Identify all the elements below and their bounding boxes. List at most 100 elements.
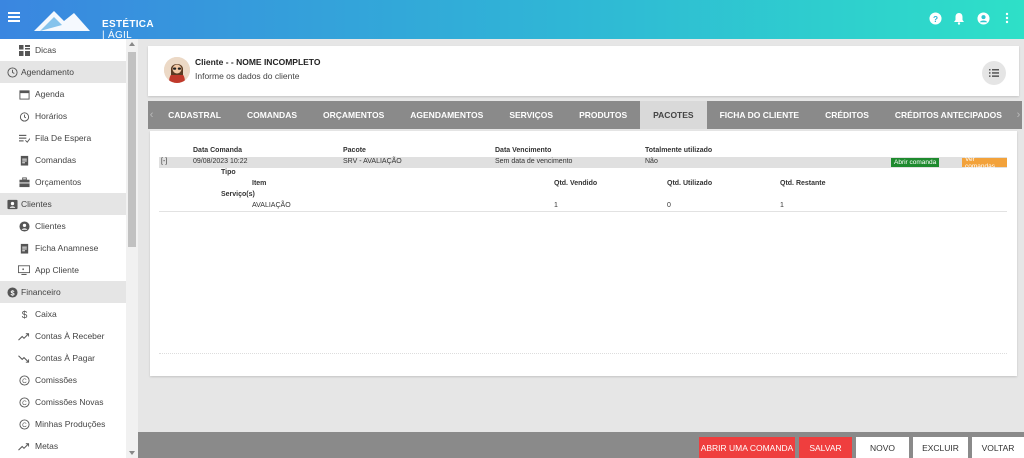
sidebar-item-label: Clientes bbox=[35, 221, 66, 231]
contact-icon bbox=[6, 198, 18, 210]
app-icon bbox=[18, 264, 30, 276]
dollar-circle-icon: $ bbox=[6, 286, 18, 298]
save-button[interactable]: SALVAR bbox=[799, 437, 852, 458]
tab-comandas[interactable]: COMANDAS bbox=[234, 101, 310, 129]
sidebar-item-caixa[interactable]: $ Caixa bbox=[0, 303, 137, 325]
tab-agendamentos[interactable]: AGENDAMENTOS bbox=[397, 101, 496, 129]
sidebar-item-label: Horários bbox=[35, 111, 68, 121]
detail-type-label: Tipo bbox=[221, 169, 236, 176]
sidebar-item-label: Comissões Novas bbox=[35, 397, 104, 407]
header-date: Data Comanda bbox=[193, 147, 243, 154]
sidebar-item-label: Agenda bbox=[35, 89, 65, 99]
list-icon bbox=[989, 69, 999, 77]
tab-pacotes[interactable]: PACOTES bbox=[640, 101, 707, 129]
menu-icon[interactable] bbox=[8, 12, 20, 22]
sidebar-scrollbar[interactable] bbox=[126, 39, 138, 458]
detail-group-row: Serviço(s) bbox=[159, 190, 1007, 201]
detail-used-header: Qtd. Utilizado bbox=[667, 180, 713, 187]
cell-due: Sem data de vencimento bbox=[495, 158, 573, 165]
header-package: Pacote bbox=[343, 147, 366, 154]
cell-date: 09/08/2023 10:22 bbox=[193, 158, 248, 165]
sidebar-item-minhas-produções[interactable]: C Minhas Produções bbox=[0, 413, 137, 435]
sidebar-item-metas[interactable]: Metas bbox=[0, 435, 137, 457]
sidebar-section-financeiro[interactable]: $ Financeiro bbox=[0, 281, 137, 303]
avatar[interactable] bbox=[164, 57, 190, 83]
clock-icon bbox=[6, 66, 18, 78]
sidebar-item-label: App Cliente bbox=[35, 265, 79, 275]
tabs-prev-icon[interactable]: ‹ bbox=[148, 109, 155, 121]
svg-text:C: C bbox=[22, 377, 27, 384]
sidebar-item-dicas[interactable]: Dicas bbox=[0, 39, 137, 61]
divider bbox=[159, 353, 1007, 354]
scroll-down-icon[interactable] bbox=[129, 451, 135, 455]
client-tabs: ‹ CADASTRAL COMANDAS ORÇAMENTOS AGENDAMENTO… bbox=[148, 101, 1022, 129]
sidebar-item-comissões-novas[interactable]: C Comissões Novas bbox=[0, 391, 137, 413]
detail-sold-header: Qtd. Vendido bbox=[554, 180, 598, 187]
open-new-order-button[interactable]: ABRIR UMA COMANDA bbox=[699, 437, 795, 458]
detail-item-header: Item bbox=[252, 180, 267, 187]
scrollbar-thumb[interactable] bbox=[128, 52, 136, 247]
sidebar-item-label: Ficha Anamnese bbox=[35, 243, 99, 253]
logo-text: ESTÉTICA | ÁGIL bbox=[102, 19, 154, 41]
sidebar-item-comandas[interactable]: Comandas bbox=[0, 149, 137, 171]
sidebar-item-app-cliente[interactable]: App Cliente bbox=[0, 259, 137, 281]
sidebar-section-clientes[interactable]: Clientes bbox=[0, 193, 137, 215]
tab-créditos-antecipados[interactable]: CRÉDITOS ANTECIPADOS bbox=[882, 101, 1015, 129]
app-logo[interactable]: ESTÉTICA | ÁGIL bbox=[30, 5, 154, 41]
detail-type-row: Tipo bbox=[159, 168, 1007, 179]
svg-text:?: ? bbox=[932, 13, 937, 23]
packages-table: Data Comanda Pacote Data Vencimento Tota… bbox=[159, 146, 1007, 212]
list-menu-button[interactable] bbox=[982, 61, 1006, 85]
sidebar-item-contas-à-receber[interactable]: Contas À Receber bbox=[0, 325, 137, 347]
sidebar-section-agendamento[interactable]: Agendamento bbox=[0, 61, 137, 83]
table-header-row: Data Comanda Pacote Data Vencimento Tota… bbox=[159, 146, 1007, 157]
divider bbox=[159, 211, 1007, 212]
sidebar-item-label: Agendamento bbox=[21, 67, 74, 77]
grid-icon bbox=[18, 44, 30, 56]
tab-ficha-do-cliente[interactable]: FICHA DO CLIENTE bbox=[707, 101, 813, 129]
tab-créditos[interactable]: CRÉDITOS bbox=[812, 101, 882, 129]
sidebar-item-label: Orçamentos bbox=[35, 177, 82, 187]
table-row[interactable]: [-] 09/08/2023 10:22 SRV - AVALIAÇÃO Sem… bbox=[159, 156, 1007, 170]
copyright-icon: C bbox=[18, 418, 30, 430]
tab-cadastral[interactable]: CADASTRAL bbox=[155, 101, 234, 129]
packages-panel: Data Comanda Pacote Data Vencimento Tota… bbox=[150, 131, 1017, 376]
sidebar-item-label: Comissões bbox=[35, 375, 78, 385]
delete-button[interactable]: EXCLUIR bbox=[913, 437, 968, 458]
view-orders-button[interactable]: Ver comandas bbox=[962, 156, 1007, 170]
sidebar-item-label: Contas À Pagar bbox=[35, 353, 96, 363]
sidebar-item-label: Comandas bbox=[35, 155, 77, 165]
tab-orçamentos[interactable]: ORÇAMENTOS bbox=[310, 101, 397, 129]
open-order-button[interactable]: Abrir comanda bbox=[891, 158, 940, 167]
sidebar: Dicas Agendamento Agenda Horários Fila De Es… bbox=[0, 39, 138, 458]
help-icon[interactable]: ? bbox=[928, 11, 942, 25]
footer-action-bar: ABRIR UMA COMANDA SALVAR NOVO EXCLUIR VO… bbox=[138, 432, 1024, 458]
tab-produtos[interactable]: PRODUTOS bbox=[566, 101, 640, 129]
more-vert-icon[interactable] bbox=[1000, 11, 1014, 25]
collapse-toggle[interactable]: [-] bbox=[161, 158, 167, 165]
tab-serviços[interactable]: SERVIÇOS bbox=[496, 101, 566, 129]
account-icon[interactable] bbox=[976, 11, 990, 25]
sidebar-item-label: Clientes bbox=[21, 199, 52, 209]
sidebar-item-fila-de-espera[interactable]: Fila De Espera bbox=[0, 127, 137, 149]
sidebar-item-label: Caixa bbox=[35, 309, 57, 319]
sidebar-item-label: Metas bbox=[35, 441, 59, 451]
sidebar-item-agenda[interactable]: Agenda bbox=[0, 83, 137, 105]
copyright-icon: C bbox=[18, 396, 30, 408]
svg-text:C: C bbox=[22, 399, 27, 406]
sidebar-item-label: Financeiro bbox=[21, 287, 61, 297]
tabs-next-icon[interactable]: › bbox=[1015, 109, 1022, 121]
back-button[interactable]: VOLTAR bbox=[972, 437, 1024, 458]
sidebar-item-horários[interactable]: Horários bbox=[0, 105, 137, 127]
sidebar-item-comissões[interactable]: C Comissões bbox=[0, 369, 137, 391]
briefcase-icon bbox=[18, 176, 30, 188]
scroll-up-icon[interactable] bbox=[129, 42, 135, 46]
new-button[interactable]: NOVO bbox=[856, 437, 909, 458]
bell-icon[interactable] bbox=[952, 11, 966, 25]
sidebar-item-orçamentos[interactable]: Orçamentos bbox=[0, 171, 137, 193]
cell-used: Não bbox=[645, 158, 658, 165]
sidebar-item-label: Dicas bbox=[35, 45, 57, 55]
sidebar-item-contas-à-pagar[interactable]: Contas À Pagar bbox=[0, 347, 137, 369]
sidebar-item-ficha-anamnese[interactable]: Ficha Anamnese bbox=[0, 237, 137, 259]
sidebar-item-clientes[interactable]: Clientes bbox=[0, 215, 137, 237]
